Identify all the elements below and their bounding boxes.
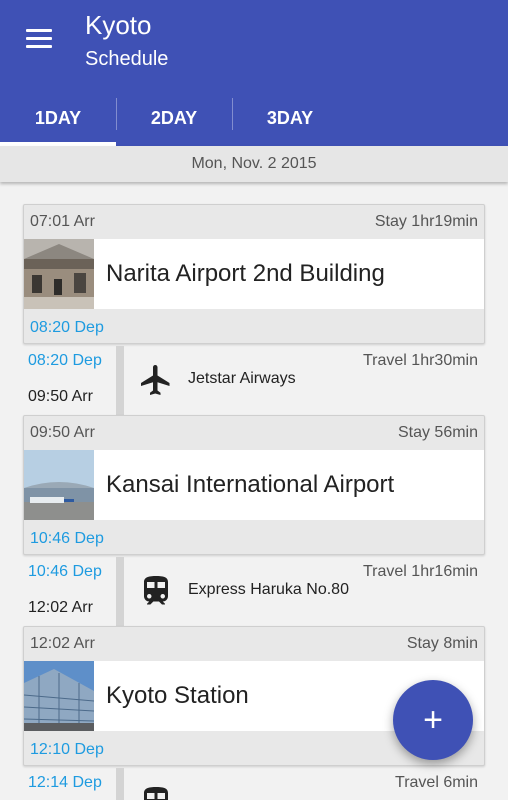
add-button[interactable]: +: [393, 680, 473, 760]
menu-icon[interactable]: [24, 28, 54, 50]
travel-segment-train[interactable]: 12:14 Dep Travel 6min: [0, 768, 508, 800]
timeline-bar: [116, 557, 124, 627]
place-photo: [24, 661, 94, 731]
airplane-icon: [138, 362, 174, 398]
tab-3day[interactable]: 3DAY: [232, 90, 348, 146]
travel-duration: Travel 1hr30min: [362, 352, 478, 369]
stay-duration: Stay 56min: [397, 424, 478, 441]
carrier-name: Express Haruka No.80: [188, 581, 349, 598]
place-photo: [24, 450, 94, 520]
place-photo: [24, 239, 94, 309]
travel-departure: 12:14 Dep: [28, 774, 102, 791]
stay-card-narita[interactable]: 07:01 Arr Stay 1hr19min Narita Airport 2…: [23, 204, 485, 344]
timeline-bar: [116, 346, 124, 416]
departure-time: 12:10 Dep: [30, 741, 104, 758]
travel-departure: 08:20 Dep: [28, 352, 102, 369]
stay-duration: Stay 1hr19min: [374, 213, 478, 230]
tab-1day[interactable]: 1DAY: [0, 90, 116, 146]
travel-duration: Travel 6min: [395, 774, 478, 791]
arrival-time: 09:50 Arr: [30, 424, 95, 441]
travel-departure: 10:46 Dep: [28, 563, 102, 580]
departure-time: 10:46 Dep: [30, 530, 104, 547]
stay-card-kansai[interactable]: 09:50 Arr Stay 56min Kansai Internationa…: [23, 415, 485, 555]
travel-arrival: 09:50 Arr: [28, 388, 93, 405]
carrier-name: Jetstar Airways: [188, 370, 296, 387]
departure-time: 08:20 Dep: [30, 319, 104, 336]
date-header: Mon, Nov. 2 2015: [0, 146, 508, 182]
page-subtitle: Schedule: [85, 48, 169, 70]
travel-duration: Travel 1hr16min: [362, 563, 478, 580]
arrival-time: 12:02 Arr: [30, 635, 95, 652]
arrival-time: 07:01 Arr: [30, 213, 95, 230]
day-tabs: 1DAY 2DAY 3DAY: [0, 90, 508, 146]
tab-2day[interactable]: 2DAY: [116, 90, 232, 146]
travel-arrival: 12:02 Arr: [28, 599, 93, 616]
place-name: Narita Airport 2nd Building: [106, 260, 385, 287]
app-bar: Kyoto Schedule 1DAY 2DAY 3DAY: [0, 0, 508, 146]
travel-segment-train[interactable]: 10:46 Dep 12:02 Arr Express Haruka No.80…: [0, 557, 508, 627]
train-icon: [138, 573, 174, 609]
stay-duration: Stay 8min: [406, 635, 478, 652]
train-icon: [138, 784, 174, 800]
place-name: Kyoto Station: [106, 682, 249, 709]
travel-segment-flight[interactable]: 08:20 Dep 09:50 Arr Jetstar Airways Trav…: [0, 346, 508, 416]
place-name: Kansai International Airport: [106, 471, 395, 498]
page-title: Kyoto: [85, 10, 152, 40]
timeline-bar: [116, 768, 124, 800]
